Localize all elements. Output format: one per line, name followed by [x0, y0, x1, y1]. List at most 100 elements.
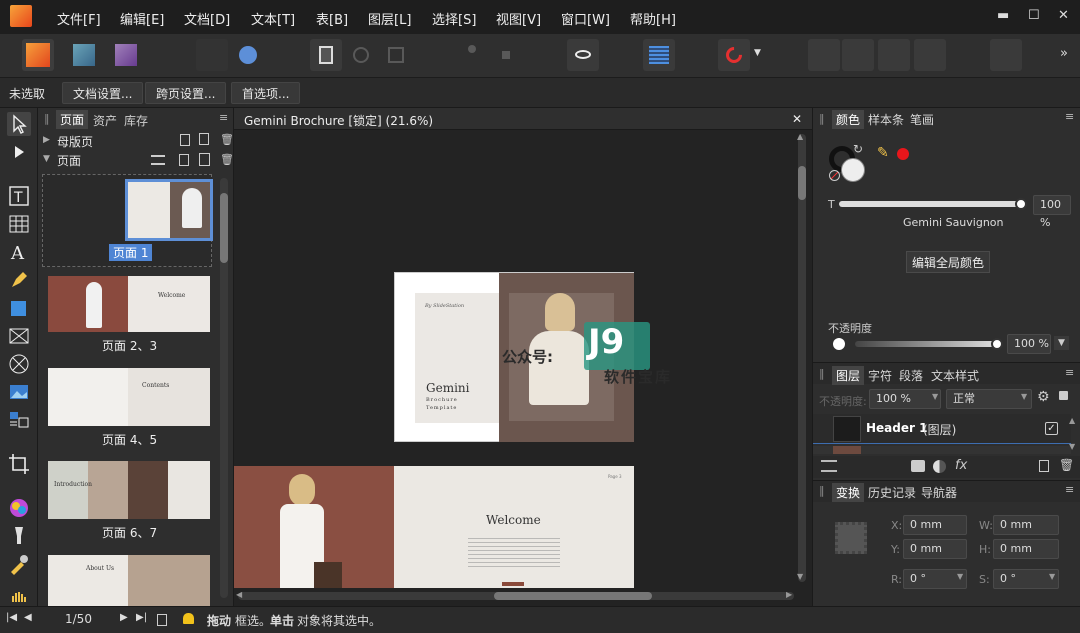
opacity-slider[interactable] — [855, 338, 1003, 350]
color-picker-wheel-icon[interactable] — [7, 496, 31, 520]
flow-text-tool-icon[interactable] — [7, 408, 31, 432]
fill-swatch[interactable] — [841, 158, 865, 182]
new-layer-icon[interactable] — [1039, 460, 1049, 472]
tint-value-field[interactable]: 100 % — [1033, 195, 1071, 229]
artistic-text-tool-icon[interactable]: A — [7, 240, 31, 264]
arrange-icon-4[interactable] — [914, 39, 946, 71]
node-tool-icon[interactable] — [7, 140, 31, 164]
pin-icon[interactable] — [456, 39, 488, 71]
layers-scroll-up-icon[interactable]: ▲ — [1069, 416, 1075, 425]
menu-text[interactable]: 文本[T] — [251, 9, 295, 28]
pentagon-icon[interactable] — [196, 39, 228, 71]
layer-visibility-checkbox[interactable]: ✓ — [1045, 422, 1058, 435]
shear-dropdown-icon[interactable]: ▼ — [1049, 572, 1055, 581]
maximize-button[interactable]: ☐ — [1028, 8, 1040, 23]
menu-layer[interactable]: 图层[L] — [368, 9, 411, 28]
color-panel-grip-icon[interactable]: ‖ — [819, 112, 825, 125]
snapping-magnet-icon[interactable] — [718, 39, 750, 71]
page-thumbnail-8-9[interactable]: About Us — [48, 555, 210, 606]
layers-panel-grip-icon[interactable]: ‖ — [819, 367, 825, 380]
frame-text-tool-icon[interactable]: T — [7, 184, 31, 208]
arrange-icon-3[interactable] — [878, 39, 910, 71]
eyedropper-tool-icon[interactable] — [7, 552, 31, 576]
panel-grip-icon[interactable]: ‖ — [44, 112, 50, 125]
add-page-icon[interactable] — [179, 154, 189, 166]
page-icon[interactable] — [180, 134, 190, 146]
transform-panel-grip-icon[interactable]: ‖ — [819, 484, 825, 497]
lock-icon[interactable] — [1059, 391, 1068, 400]
tab-paragraph[interactable]: 段落 — [899, 367, 923, 384]
close-document-icon[interactable]: ✕ — [792, 112, 802, 126]
toolbar-overflow-icon[interactable]: » — [1060, 46, 1068, 61]
tab-stroke[interactable]: 笔画 — [910, 111, 934, 128]
prev-page-icon[interactable]: ◀ — [24, 612, 32, 623]
arrange-icon-1[interactable] — [808, 39, 840, 71]
opacity-value-field[interactable]: 100 % — [1007, 334, 1051, 354]
pen-tool-icon[interactable] — [7, 268, 31, 292]
swap-colors-icon[interactable]: ↻ — [853, 142, 863, 156]
first-page-icon[interactable]: |◀ — [6, 612, 17, 623]
delete-page-icon[interactable]: 🗑 — [220, 153, 234, 166]
preferences-button[interactable]: 首选项... — [231, 82, 301, 104]
color-panel-menu-icon[interactable]: ≡ — [1065, 110, 1074, 123]
studio-link-icon[interactable] — [232, 39, 264, 71]
scroll-down-icon[interactable]: ▼ — [797, 572, 803, 581]
place-image-tool-icon[interactable] — [7, 380, 31, 404]
tab-transform[interactable]: 变换 — [832, 483, 865, 502]
current-color-dot[interactable] — [897, 148, 909, 160]
mask-icon[interactable] — [911, 460, 925, 472]
photo-persona-button[interactable] — [110, 39, 142, 71]
chevron-down-icon[interactable]: ▼ — [754, 48, 761, 58]
opacity-knob-icon[interactable] — [833, 338, 845, 350]
layers-stack-icon[interactable] — [821, 460, 837, 472]
view-mode-icon[interactable] — [567, 39, 599, 71]
delete-layer-icon[interactable]: 🗑 — [1059, 458, 1074, 472]
transform-panel-menu-icon[interactable]: ≡ — [1065, 483, 1074, 496]
square-icon[interactable] — [490, 39, 522, 71]
layers-scroll-down-icon[interactable]: ▼ — [1069, 442, 1075, 451]
arrange-icon-2[interactable] — [842, 39, 874, 71]
y-field[interactable]: 0 mm — [903, 539, 967, 559]
notification-bell-icon[interactable] — [183, 613, 194, 624]
blend-mode-select[interactable]: 正常 — [946, 389, 1032, 409]
eyedropper-icon[interactable]: ✎ — [877, 145, 889, 161]
document-tab[interactable]: Gemini Brochure [锁定] (21.6%) ✕ — [234, 108, 812, 130]
anchor-point-selector[interactable] — [835, 522, 867, 554]
blend-mode-dropdown-icon[interactable]: ▼ — [1021, 392, 1027, 401]
h-field[interactable]: 0 mm — [993, 539, 1059, 559]
canvas-vertical-scrollbar[interactable] — [798, 134, 806, 582]
circle-icon[interactable] — [345, 39, 377, 71]
page-thumbnail-2-3[interactable]: Welcome — [48, 276, 210, 332]
baseline-grid-icon[interactable] — [643, 39, 675, 71]
w-field[interactable]: 0 mm — [993, 515, 1059, 535]
trash-icon[interactable]: 🗑 — [220, 133, 234, 146]
page-options-icon[interactable] — [157, 614, 167, 626]
close-button[interactable]: ✕ — [1058, 8, 1069, 23]
crop-tool-icon[interactable] — [7, 452, 31, 476]
spread-2-3[interactable]: Page 3 Welcome — [234, 466, 634, 588]
expand-master-icon[interactable]: ▶ — [43, 135, 50, 145]
layer-opacity-field[interactable]: 100 % — [869, 389, 941, 409]
tab-swatches[interactable]: 样本条 — [868, 111, 904, 128]
ellipse-frame-tool-icon[interactable] — [7, 352, 31, 376]
page-icon[interactable] — [310, 39, 342, 71]
tab-color[interactable]: 颜色 — [832, 110, 865, 129]
align-icon[interactable] — [990, 39, 1022, 71]
master-pages-label[interactable]: 母版页 — [57, 133, 93, 150]
tab-stock[interactable]: 库存 — [124, 112, 148, 129]
fx-icon[interactable]: fx — [955, 458, 967, 473]
scroll-up-icon[interactable]: ▲ — [797, 132, 803, 141]
tab-navigator[interactable]: 导航器 — [921, 484, 957, 501]
transparency-tool-icon[interactable] — [7, 524, 31, 548]
gear-icon[interactable]: ⚙ — [1037, 389, 1050, 405]
spread-settings-button[interactable]: 跨页设置... — [145, 82, 227, 104]
duplicate-page-icon-2[interactable] — [199, 153, 210, 166]
opacity-dropdown-icon[interactable]: ▼ — [1054, 336, 1069, 350]
menu-select[interactable]: 选择[S] — [432, 9, 476, 28]
hand-tool-icon[interactable] — [7, 588, 31, 602]
menu-help[interactable]: 帮助[H] — [630, 9, 676, 28]
last-page-icon[interactable]: ▶| — [136, 612, 147, 623]
no-color-icon[interactable] — [829, 170, 840, 181]
move-tool-icon[interactable] — [7, 112, 31, 136]
tab-assets[interactable]: 资产 — [93, 112, 117, 129]
